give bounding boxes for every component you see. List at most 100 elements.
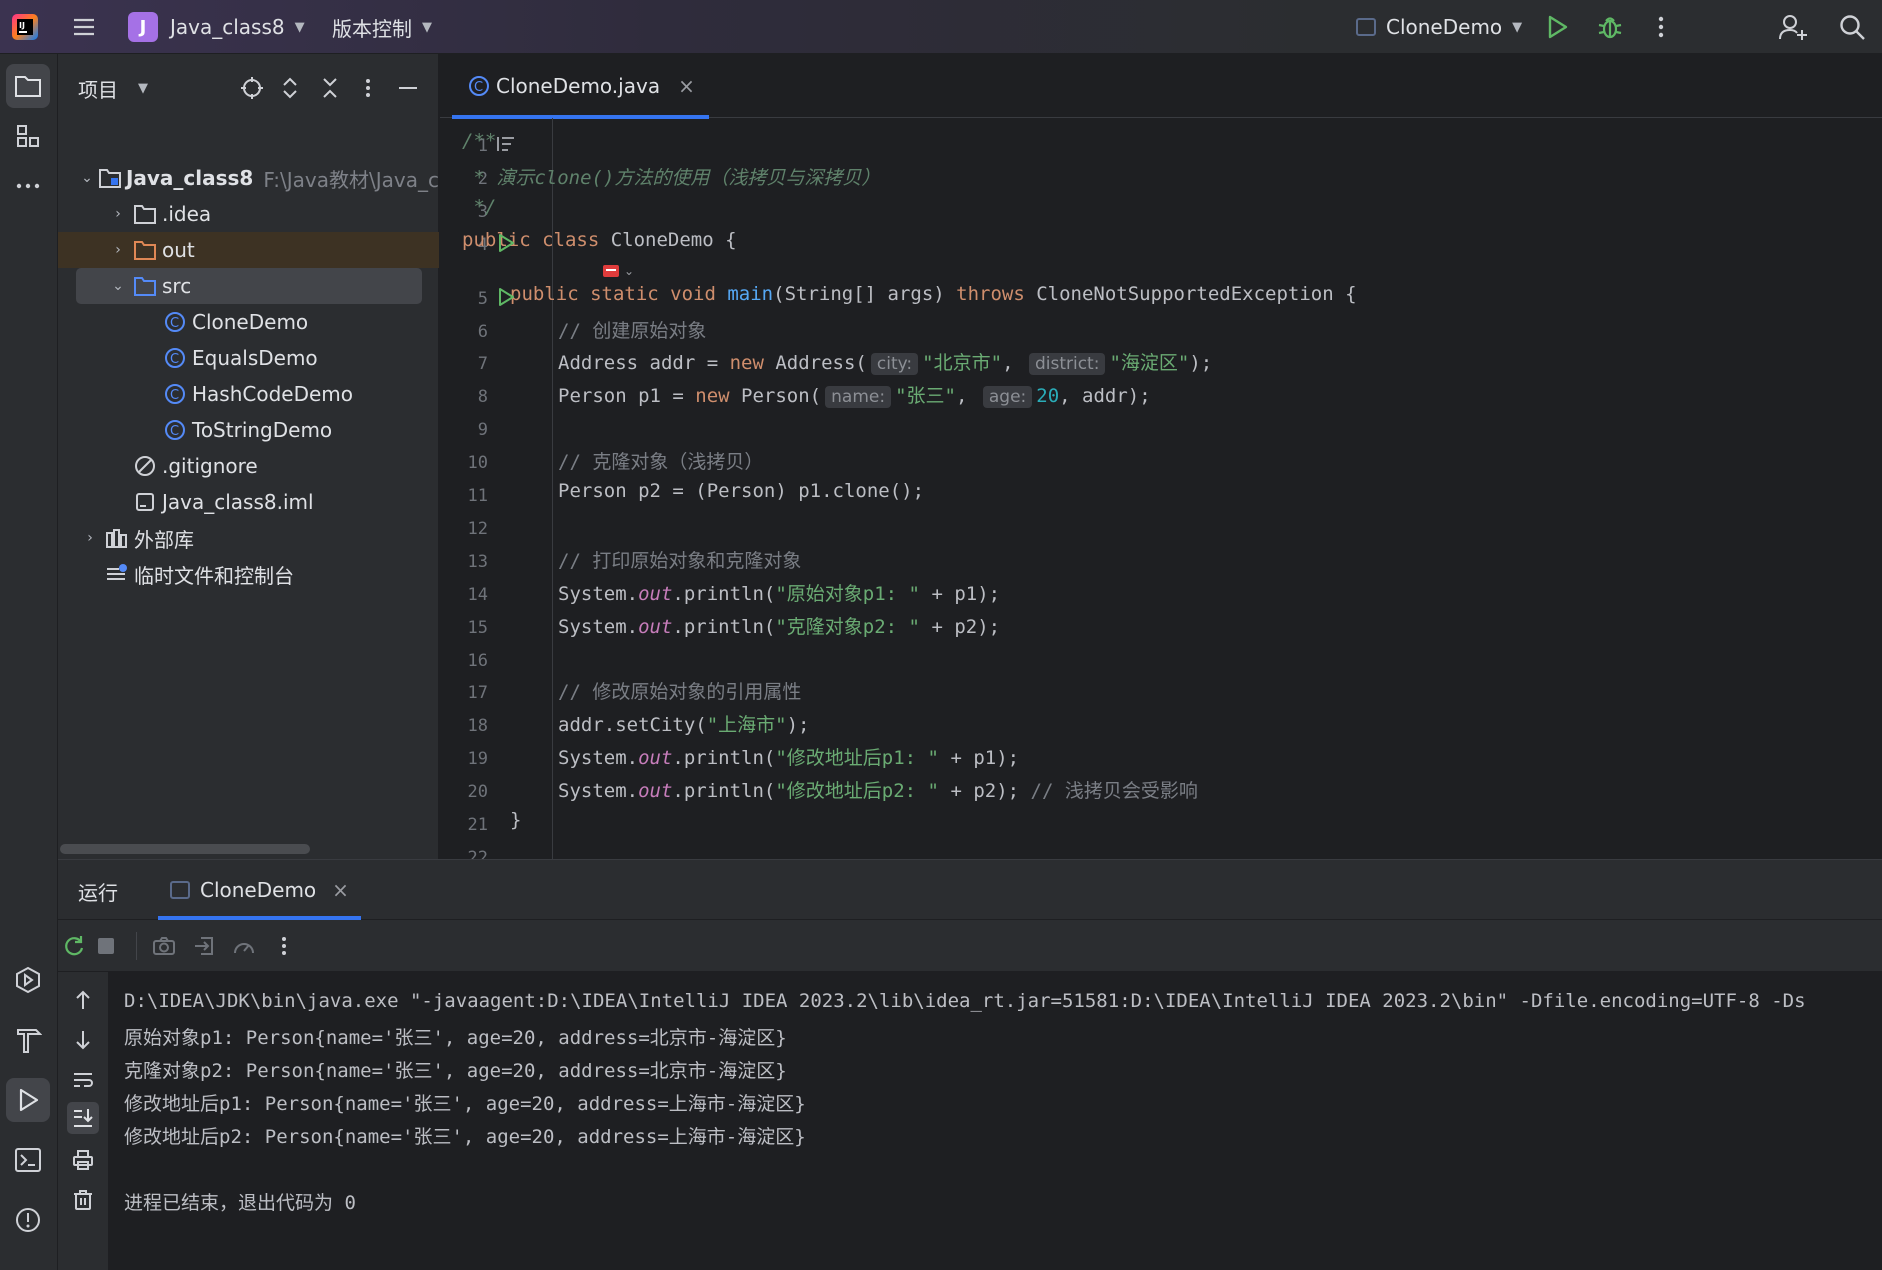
chevron-down-icon[interactable]: ⌄ xyxy=(104,278,132,294)
code-vision-marker-icon[interactable]: ⌄ xyxy=(602,262,636,280)
tree-item-label: ToStringDemo xyxy=(192,418,333,442)
console-line: 修改地址后p1: Person{name='张三', age=20, addre… xyxy=(124,1093,806,1115)
close-icon[interactable]: × xyxy=(332,878,349,902)
tree-item-hashcodedemo[interactable]: C HashCodeDemo xyxy=(58,376,439,412)
project-selector[interactable]: J Java_class8 ▼ xyxy=(128,0,305,54)
project-tool-icon[interactable] xyxy=(6,64,50,108)
horizontal-scrollbar[interactable] xyxy=(60,844,310,854)
structure-tool-icon[interactable] xyxy=(6,114,50,158)
run-gutter-icon-class[interactable] xyxy=(496,233,518,255)
close-icon[interactable]: × xyxy=(678,74,695,98)
app-logo-icon[interactable]: IJ xyxy=(10,0,40,54)
code-token: Person p1 = xyxy=(558,385,696,408)
code-token: + p2); xyxy=(939,780,1031,803)
code-line: // 克隆对象（浅拷贝） xyxy=(558,447,763,474)
code-token: Person p2 = (Person) p1.clone(); xyxy=(558,480,925,502)
code-token: , xyxy=(1002,352,1025,375)
scroll-to-end-icon[interactable] xyxy=(67,1102,99,1134)
doc-render-icon[interactable] xyxy=(496,134,518,156)
run-config-label: CloneDemo xyxy=(1386,15,1503,39)
run-toolbar xyxy=(58,920,1882,972)
run-icon[interactable] xyxy=(1544,0,1570,54)
code-token: "克隆对象p2: " xyxy=(775,615,920,638)
trash-icon[interactable] xyxy=(67,1184,99,1216)
chevron-down-icon[interactable]: ⌄ xyxy=(76,170,98,186)
tree-item-equalsdemo[interactable]: C EqualsDemo xyxy=(58,340,439,376)
line-number: 17 xyxy=(467,683,488,704)
tree-item-label: .idea xyxy=(162,202,212,226)
services-tool-icon[interactable] xyxy=(6,958,50,1002)
run-tab-clonedemo[interactable]: CloneDemo × xyxy=(158,860,361,920)
locate-file-icon[interactable] xyxy=(236,72,268,104)
code-line: // 创建原始对象 xyxy=(558,316,706,343)
tree-item-idea[interactable]: › .idea xyxy=(58,196,439,232)
exit-icon[interactable] xyxy=(188,930,220,962)
code-token: "原始对象p1: " xyxy=(775,582,920,605)
line-number: 13 xyxy=(467,551,488,572)
parameter-hint: city: xyxy=(870,353,919,376)
code-line: Person p2 = (Person) p1.clone(); xyxy=(558,480,924,502)
code-token: throws xyxy=(956,282,1025,305)
code-token: .println( xyxy=(672,747,776,770)
more-options-icon[interactable] xyxy=(268,930,300,962)
main-menu-icon[interactable] xyxy=(70,0,98,54)
minimize-icon[interactable] xyxy=(392,72,424,104)
tree-item-clonedemo[interactable]: C CloneDemo xyxy=(58,304,439,340)
tree-item-tostringdemo[interactable]: C ToStringDemo xyxy=(58,412,439,448)
more-tools-icon[interactable] xyxy=(6,164,50,208)
terminal-tool-icon[interactable] xyxy=(6,1138,50,1182)
code-line: */ xyxy=(462,196,496,218)
tree-item-external-libraries[interactable]: › 外部库 xyxy=(58,520,439,556)
camera-icon[interactable] xyxy=(148,930,180,962)
rerun-icon[interactable] xyxy=(58,930,90,962)
vcs-menu[interactable]: 版本控制 ▼ xyxy=(332,0,432,54)
tree-item-scratches[interactable]: 临时文件和控制台 xyxy=(58,556,439,592)
code-token: "修改地址后p2: " xyxy=(775,780,939,803)
chevron-right-icon[interactable]: › xyxy=(104,242,132,258)
more-actions-icon[interactable] xyxy=(1652,0,1670,54)
profiler-icon[interactable] xyxy=(228,930,260,962)
arrow-down-icon[interactable] xyxy=(67,1024,99,1056)
run-config-selector[interactable]: CloneDemo ▼ xyxy=(1356,0,1522,54)
chevron-down-icon[interactable]: ▼ xyxy=(138,81,148,96)
build-tool-icon[interactable] xyxy=(6,1018,50,1062)
code-token: // 浅拷贝会受影响 xyxy=(1030,780,1198,803)
code-line: * 演示clone()方法的使用（浅拷贝与深拷贝） xyxy=(462,163,880,190)
run-gutter-icon-main[interactable] xyxy=(496,287,518,309)
tree-item-out[interactable]: › out xyxy=(58,232,439,268)
debug-icon[interactable] xyxy=(1596,0,1624,54)
tree-item-iml[interactable]: Java_class8.iml xyxy=(58,484,439,520)
tree-item-gitignore[interactable]: .gitignore xyxy=(58,448,439,484)
collapse-all-icon[interactable] xyxy=(314,72,346,104)
code-token: // 打印原始对象和克隆对象 xyxy=(558,549,802,572)
run-tool-icon[interactable] xyxy=(6,1078,50,1122)
code-token: , addr); xyxy=(1059,385,1151,408)
code-token: Address addr = xyxy=(558,352,730,375)
options-icon[interactable] xyxy=(352,72,384,104)
code-token: .println( xyxy=(672,780,776,803)
console-line: 原始对象p1: Person{name='张三', age=20, addres… xyxy=(124,1027,787,1049)
stop-icon[interactable] xyxy=(90,930,122,962)
excluded-folder-icon xyxy=(132,238,158,262)
tree-item-java-class8[interactable]: ⌄ Java_class8 F:\Java教材\Java_c xyxy=(58,160,439,196)
project-panel-title[interactable]: 项目 xyxy=(78,74,118,103)
tree-item-src[interactable]: ⌄ src xyxy=(76,268,422,304)
arrow-up-icon[interactable] xyxy=(67,984,99,1016)
print-icon[interactable] xyxy=(67,1144,99,1176)
add-user-icon[interactable] xyxy=(1778,0,1808,54)
soft-wrap-icon[interactable] xyxy=(67,1064,99,1096)
library-icon xyxy=(104,526,130,550)
class-icon: C xyxy=(162,310,188,334)
chevron-right-icon[interactable]: › xyxy=(76,530,104,546)
chevron-right-icon[interactable]: › xyxy=(104,206,132,222)
problems-tool-icon[interactable] xyxy=(6,1198,50,1242)
code-token: // 创建原始对象 xyxy=(558,319,707,342)
search-icon[interactable] xyxy=(1838,0,1866,54)
expand-all-icon[interactable] xyxy=(274,72,306,104)
tab-clonedemo-java[interactable]: C CloneDemo.java × xyxy=(452,54,709,119)
code-token: + p2); xyxy=(920,615,1001,638)
run-panel-header: 运行 CloneDemo × xyxy=(58,860,1882,920)
code-token: * 演示clone()方法的使用（浅拷贝与深拷贝） xyxy=(462,166,881,189)
run-config-icon xyxy=(1356,18,1376,36)
line-number: 14 xyxy=(467,584,488,605)
